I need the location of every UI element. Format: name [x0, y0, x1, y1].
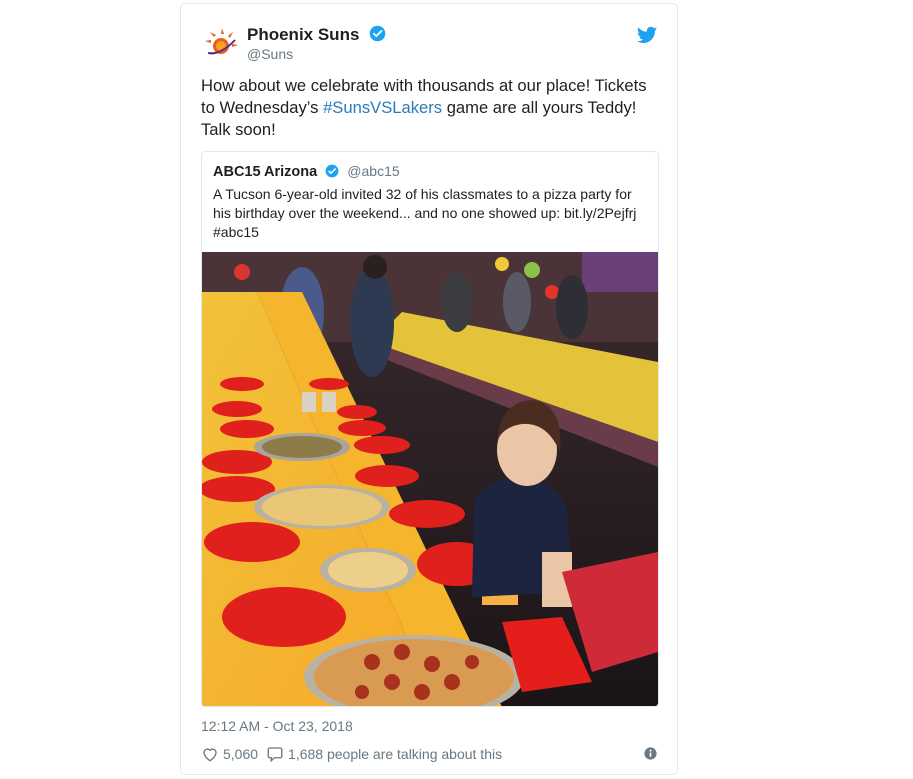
twitter-bird-icon[interactable]: [637, 26, 657, 44]
tweet-card: Phoenix Suns @Suns How about we celebrat…: [180, 3, 678, 775]
quoted-photo[interactable]: [202, 252, 658, 707]
author-name-text[interactable]: Phoenix Suns: [247, 25, 359, 44]
like-count[interactable]: 5,060: [223, 746, 258, 762]
reply-bubble-icon[interactable]: [266, 745, 284, 763]
quoted-text: A Tucson 6-year-old invited 32 of his cl…: [213, 186, 637, 240]
info-icon[interactable]: [644, 747, 657, 760]
quoted-author[interactable]: ABC15 Arizona @abc15: [213, 163, 400, 180]
heart-icon[interactable]: [201, 745, 219, 763]
talking-count[interactable]: 1,688 people are talking about this: [288, 746, 502, 762]
verified-badge-icon: [369, 25, 386, 42]
suns-logo-icon[interactable]: [203, 27, 239, 63]
hashtag-link[interactable]: #SunsVSLakers: [323, 98, 442, 117]
author-name[interactable]: Phoenix Suns: [247, 25, 386, 45]
quoted-tweet[interactable]: ABC15 Arizona @abc15 A Tucson 6-year-old…: [201, 151, 659, 707]
quoted-author-handle[interactable]: @abc15: [347, 163, 399, 179]
author-handle[interactable]: @Suns: [247, 46, 293, 62]
tweet-timestamp[interactable]: 12:12 AM - Oct 23, 2018: [201, 718, 353, 734]
verified-badge-icon: [325, 164, 339, 178]
quoted-author-name[interactable]: ABC15 Arizona: [213, 164, 317, 180]
tweet-text: How about we celebrate with thousands at…: [201, 75, 661, 141]
tweet-actions: 5,060 1,688 people are talking about thi…: [201, 745, 502, 763]
